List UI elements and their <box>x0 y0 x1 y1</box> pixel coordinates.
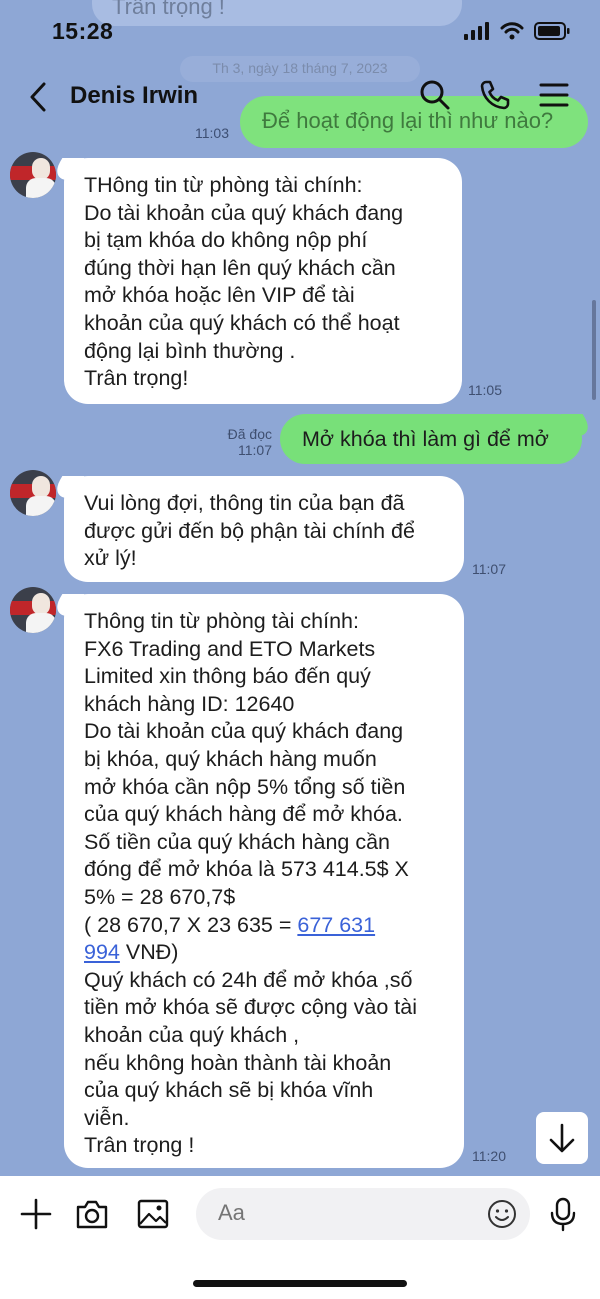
camera-icon[interactable] <box>74 1196 110 1232</box>
phone-number-link[interactable]: 677 631 <box>297 913 375 937</box>
message-line: mở khóa cần nộp 5% tổng số tiền <box>84 774 406 799</box>
message-line: khoản của quý khách , <box>84 1022 300 1047</box>
message-line: xử lý! <box>84 546 137 571</box>
incoming-message-bubble[interactable]: Vui lòng đợi, thông tin của bạn đã được … <box>64 476 464 582</box>
message-line: khoản của quý khách có thể hoạt <box>84 310 400 335</box>
read-label: Đã đọc <box>227 426 272 442</box>
avatar[interactable] <box>10 470 56 516</box>
link-suffix: VNĐ) <box>119 940 179 965</box>
status-time: 15:28 <box>52 18 114 44</box>
plus-icon[interactable] <box>18 1196 54 1232</box>
message-line: Trân trọng ! <box>84 1133 195 1158</box>
message-line: FX6 Trading and ETO Markets <box>84 636 376 661</box>
phone-icon[interactable] <box>478 78 512 112</box>
message-line: của quý khách sẽ bị khóa vĩnh <box>84 1078 374 1103</box>
incoming-message-bubble[interactable]: THông tin từ phòng tài chính: Do tài kho… <box>64 158 462 404</box>
message-line: động lại bình thường . <box>84 338 296 363</box>
back-chevron-icon[interactable] <box>24 80 54 114</box>
read-receipt: Đã đọc 11:07 <box>216 426 272 458</box>
signal-icon <box>464 22 489 40</box>
message-line: THông tin từ phòng tài chính: <box>84 173 363 197</box>
outgoing-message-bubble[interactable]: Mở khóa thì làm gì để mở <box>280 414 582 464</box>
message-text: Mở khóa thì làm gì để mở <box>302 427 549 451</box>
message-line: 994 VNĐ) <box>84 939 444 967</box>
avatar[interactable] <box>10 587 56 633</box>
message-time: 11:05 <box>468 382 502 398</box>
phone-number-link-continued[interactable]: 994 <box>84 940 120 964</box>
avatar[interactable] <box>10 152 56 198</box>
message-line: Trân trọng! <box>84 366 189 391</box>
battery-icon <box>534 22 570 40</box>
home-indicator[interactable] <box>193 1280 407 1287</box>
message-time: 11:07 <box>472 561 506 577</box>
message-line: Số tiền của quý khách hàng cần <box>84 829 390 854</box>
message-line: ( 28 670,7 X 23 635 = 677 631 <box>84 912 444 940</box>
message-line: của quý khách hàng để mở khóa. <box>84 802 403 827</box>
search-icon[interactable] <box>418 78 452 112</box>
menu-icon[interactable] <box>537 78 571 112</box>
message-line: Quý khách có 24h để mở khóa ,số <box>84 967 413 992</box>
chat-screen: Trân trọng ! Th 3, ngày 18 tháng 7, 2023… <box>0 0 600 1299</box>
message-input-field[interactable] <box>196 1188 530 1240</box>
microphone-icon[interactable] <box>545 1196 581 1232</box>
message-line: tiền mở khóa sẽ được cộng vào tài <box>84 995 418 1020</box>
message-line: đóng để mở khóa là 573 414.5$ X <box>84 857 409 882</box>
emoji-icon[interactable] <box>486 1198 518 1230</box>
message-line: Thông tin từ phòng tài chính: <box>84 609 359 633</box>
status-bar: 15:28 <box>0 0 600 62</box>
message-line: Do tài khoản của quý khách đang <box>84 719 404 744</box>
message-time: 11:07 <box>238 442 272 458</box>
status-icons <box>464 22 570 40</box>
message-line: 5% = 28 670,7$ <box>84 884 236 909</box>
image-icon[interactable] <box>135 1196 171 1232</box>
chat-header: Denis Irwin <box>0 62 600 134</box>
message-line: Do tài khoản của quý khách đang <box>84 200 404 225</box>
message-line: viễn. <box>84 1105 130 1130</box>
message-line: bị khóa, quý khách hàng muốn <box>84 746 377 771</box>
message-line: Limited xin thông báo đến quý <box>84 664 371 689</box>
message-line: đúng thời hạn lên quý khách cần <box>84 255 396 280</box>
arrow-down-icon <box>549 1123 575 1153</box>
scrollbar[interactable] <box>592 300 596 400</box>
link-prefix: ( 28 670,7 X 23 635 = <box>84 912 298 937</box>
message-input[interactable] <box>218 1200 478 1226</box>
message-line: nếu không hoàn thành tài khoản <box>84 1050 392 1075</box>
wifi-icon <box>500 22 524 40</box>
message-composer <box>0 1176 600 1299</box>
incoming-message-bubble[interactable]: Thông tin từ phòng tài chính: FX6 Tradin… <box>64 594 464 1168</box>
message-line: bị tạm khóa do không nộp phí <box>84 228 368 253</box>
contact-name[interactable]: Denis Irwin <box>70 82 198 110</box>
scroll-to-bottom-button[interactable] <box>536 1112 588 1164</box>
message-line: khách hàng ID: 12640 <box>84 691 295 716</box>
message-line: Vui lòng đợi, thông tin của bạn đã <box>84 491 405 515</box>
message-line: được gửi đến bộ phận tài chính để <box>84 518 415 543</box>
message-line: mở khóa hoặc lên VIP để tài <box>84 283 355 308</box>
message-time: 11:20 <box>472 1148 506 1164</box>
